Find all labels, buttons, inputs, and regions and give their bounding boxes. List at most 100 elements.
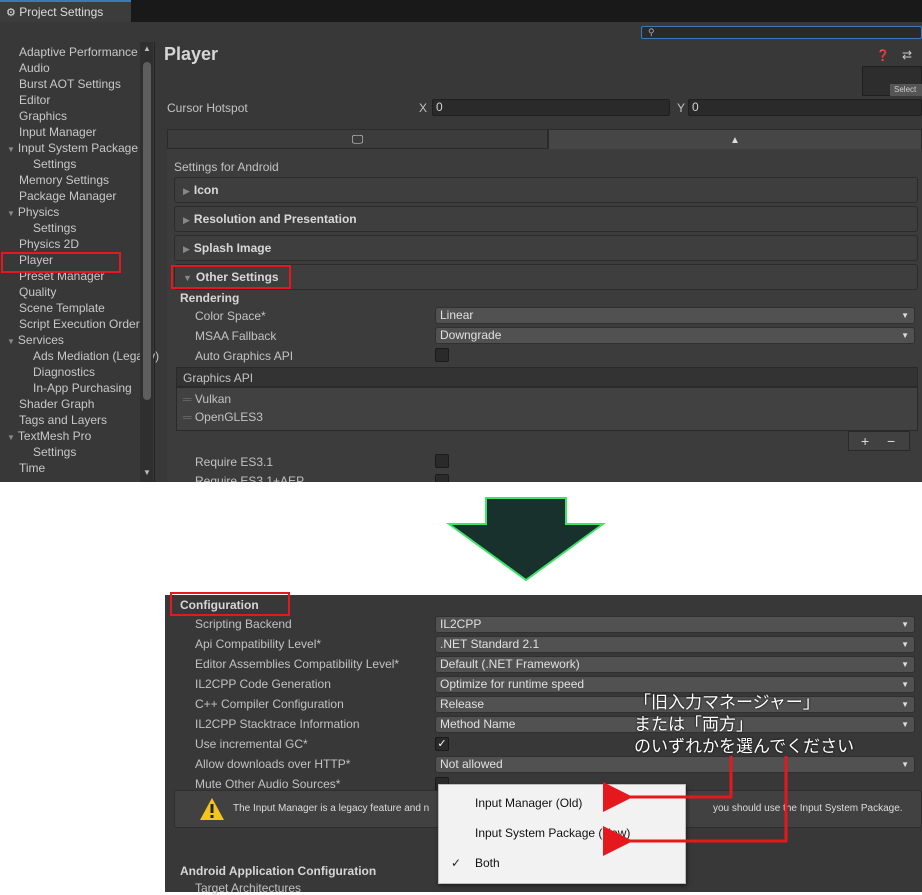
sidebar-item[interactable]: ▼ TextMesh Pro xyxy=(7,428,91,444)
sidebar-item[interactable]: Shader Graph xyxy=(19,396,94,412)
config-dropdown[interactable]: Optimize for runtime speed ▼ xyxy=(435,676,915,693)
sidebar-item[interactable]: Memory Settings xyxy=(19,172,109,188)
fold-icon[interactable]: ▼ xyxy=(7,145,15,154)
require-es31-aep-label: Require ES3.1+AEP xyxy=(195,474,305,482)
down-arrow-icon xyxy=(446,497,606,582)
menu-item[interactable]: ✓ Both xyxy=(439,851,685,875)
config-label: Mute Other Audio Sources* xyxy=(195,777,341,791)
sidebar-item[interactable]: Tags and Layers xyxy=(19,412,107,428)
input-handling-menu: Input Manager (Old) Input System Package … xyxy=(438,784,686,884)
dropdown-value: Default (.NET Framework) xyxy=(440,657,580,671)
sidebar-item[interactable]: Settings xyxy=(33,444,76,460)
select-button[interactable]: Select xyxy=(890,84,922,96)
fold-icon[interactable]: ▼ xyxy=(7,337,15,346)
help-icon[interactable]: ❓ xyxy=(876,49,890,62)
sidebar-item-label: Scene Template xyxy=(19,301,105,315)
fold-icon[interactable]: ▼ xyxy=(7,209,15,218)
require-es31-aep-checkbox[interactable] xyxy=(435,474,449,482)
section-resolution[interactable]: ▶ Resolution and Presentation xyxy=(174,206,918,232)
chevron-down-icon: ▼ xyxy=(901,760,909,769)
sidebar-item-label: Script Execution Order xyxy=(19,317,140,331)
x-field[interactable]: 0 xyxy=(432,99,670,116)
project-settings-tab[interactable]: ⚙ Project Settings xyxy=(0,0,131,22)
search-input[interactable]: ⚲ xyxy=(641,26,922,39)
settings-for-label: Settings for Android xyxy=(174,160,279,174)
graphics-api-item[interactable]: ═ OpenGLES3 xyxy=(183,410,263,424)
drag-handle-icon: ═ xyxy=(183,392,195,406)
sidebar-item[interactable]: Physics 2D xyxy=(19,236,79,252)
search-icon: ⚲ xyxy=(648,27,655,37)
scroll-down-icon[interactable]: ▼ xyxy=(143,468,151,477)
section-splash[interactable]: ▶ Splash Image xyxy=(174,235,918,261)
chevron-down-icon: ▼ xyxy=(901,620,909,629)
sidebar-item[interactable]: Diagnostics xyxy=(33,364,95,380)
scroll-up-icon[interactable]: ▲ xyxy=(143,44,151,53)
msaa-fallback-dropdown[interactable]: Downgrade ▼ xyxy=(435,327,915,344)
sidebar-item[interactable]: Settings xyxy=(33,220,76,236)
sidebar-item[interactable]: Scene Template xyxy=(19,300,105,316)
config-dropdown[interactable]: .NET Standard 2.1 ▼ xyxy=(435,636,915,653)
color-space-dropdown[interactable]: Linear ▼ xyxy=(435,307,915,324)
config-dropdown[interactable]: Not allowed ▼ xyxy=(435,756,915,773)
sidebar-item[interactable]: Time xyxy=(19,460,45,476)
menu-item-label: Input Manager (Old) xyxy=(475,796,583,810)
annotation-line: のいずれかを選んでください xyxy=(634,737,855,756)
warning-text-right: you should use the Input System Package. xyxy=(713,803,903,814)
chevron-down-icon: ▼ xyxy=(901,311,909,320)
tab-label: Project Settings xyxy=(19,5,104,19)
sidebar-item-label: Package Manager xyxy=(19,189,117,203)
sidebar-item[interactable]: Package Manager xyxy=(19,188,116,204)
auto-graphics-label: Auto Graphics API xyxy=(195,349,294,363)
config-dropdown[interactable]: IL2CPP ▼ xyxy=(435,616,915,633)
add-button[interactable]: + xyxy=(861,432,869,450)
sidebar-item[interactable]: Settings xyxy=(33,156,76,172)
require-es31-checkbox[interactable] xyxy=(435,454,449,468)
graphics-api-name: OpenGLES3 xyxy=(194,410,263,424)
sidebar-item[interactable]: Input Manager xyxy=(19,124,96,140)
config-checkbox[interactable]: ✓ xyxy=(435,737,449,751)
graphics-api-item[interactable]: ═ Vulkan xyxy=(183,392,231,406)
sidebar-item-label: Settings xyxy=(33,445,77,459)
config-dropdown[interactable]: Default (.NET Framework) ▼ xyxy=(435,656,915,673)
sidebar-item-label: Quality xyxy=(19,285,57,299)
sidebar-item-label: TextMesh Pro xyxy=(17,429,92,443)
sidebar-item-label: Tags and Layers xyxy=(19,413,108,427)
graphics-api-label: Graphics API xyxy=(183,371,254,385)
title-bar xyxy=(0,0,922,22)
auto-graphics-checkbox[interactable] xyxy=(435,348,449,362)
sidebar-item[interactable]: Burst AOT Settings xyxy=(19,76,121,92)
cursor-hotspot-label: Cursor Hotspot xyxy=(167,101,248,115)
remove-button[interactable]: − xyxy=(887,432,895,450)
project-settings-window: ⚙ Project Settings ⚲ Adaptive Performanc… xyxy=(0,0,922,482)
sidebar-scroll-thumb[interactable] xyxy=(143,62,151,400)
sidebar-item[interactable]: Script Execution Order xyxy=(19,316,140,332)
dropdown-value: Not allowed xyxy=(440,757,503,771)
player-highlight-box xyxy=(1,252,121,273)
menu-item[interactable]: Input System Package (New) xyxy=(439,821,685,845)
sidebar-item[interactable]: Adaptive Performance xyxy=(19,44,138,60)
sidebar-item[interactable]: ▼ Input System Package xyxy=(7,140,138,156)
chevron-down-icon: ▼ xyxy=(901,700,909,709)
tab-standalone[interactable]: 🖵 xyxy=(167,129,548,149)
sidebar-item[interactable]: ▼ Physics xyxy=(7,204,59,220)
sidebar-item-label: Adaptive Performance xyxy=(19,45,138,59)
check-icon: ✓ xyxy=(451,856,462,870)
sidebar-item[interactable]: ▼ Services xyxy=(7,332,64,348)
menu-item[interactable]: Input Manager (Old) xyxy=(439,791,685,815)
require-es31-label: Require ES3.1 xyxy=(195,455,274,469)
dropdown-value: IL2CPP xyxy=(440,617,482,631)
sidebar-item[interactable]: Graphics xyxy=(19,108,67,124)
y-field[interactable]: 0 xyxy=(688,99,922,116)
sidebar-item[interactable]: Editor xyxy=(19,92,50,108)
sidebar-item[interactable]: Audio xyxy=(19,60,50,76)
preset-icon[interactable]: ⇄ xyxy=(902,48,912,62)
dropdown-value: Release xyxy=(440,697,485,711)
sidebar-item-label: Shader Graph xyxy=(19,397,95,411)
tab-android[interactable]: ▲ xyxy=(548,129,922,149)
section-icon[interactable]: ▶ Icon xyxy=(174,177,918,203)
sidebar-item[interactable]: Quality xyxy=(19,284,56,300)
sidebar-item[interactable]: In-App Purchasing xyxy=(33,380,132,396)
config-label: Api Compatibility Level* xyxy=(195,637,322,651)
fold-icon[interactable]: ▼ xyxy=(7,433,15,442)
section-label: Icon xyxy=(193,183,219,197)
